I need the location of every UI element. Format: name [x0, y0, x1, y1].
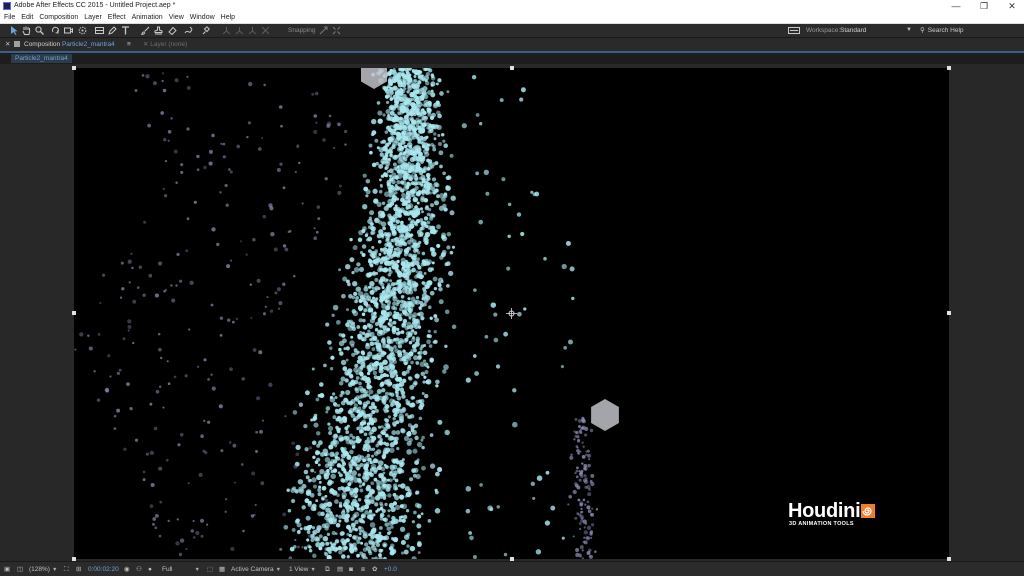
- composition-navigator: Particle2_mantra4: [0, 53, 1024, 64]
- handle-middle-right[interactable]: [947, 311, 951, 315]
- menu-effect[interactable]: Effect: [105, 12, 129, 23]
- grid-icon: [261, 26, 270, 35]
- grid-overlay-icon[interactable]: ⊞: [76, 565, 81, 574]
- close-tab-icon[interactable]: ✕: [5, 40, 10, 49]
- clone-stamp-icon[interactable]: [154, 26, 163, 35]
- fast-previews-icon[interactable]: ▤: [337, 565, 343, 574]
- title-bar: Adobe After Effects CC 2015 - Untitled P…: [0, 0, 1024, 12]
- puppet-pin-icon[interactable]: [201, 26, 210, 35]
- type-tool-icon[interactable]: [121, 26, 130, 35]
- fit-frame-icon[interactable]: ⛶: [64, 565, 69, 574]
- timeline-icon[interactable]: ◙: [349, 565, 353, 574]
- composition-viewer[interactable]: Houdini 3D ANIMATION TOOLS: [0, 64, 1024, 561]
- anchor-point-icon[interactable]: [506, 308, 517, 319]
- axis-world-icon: [235, 26, 244, 35]
- camera-view-dropdown[interactable]: Active Camera ▼: [231, 565, 281, 574]
- search-icon: ⚲: [920, 27, 925, 34]
- target-region-icon[interactable]: ⬚: [207, 565, 213, 574]
- axis-view-icon: [248, 26, 257, 35]
- minimize-button[interactable]: —: [944, 0, 968, 12]
- tab-layer[interactable]: ✕ Layer (none): [143, 40, 187, 49]
- panel-menu-icon[interactable]: ≡: [127, 40, 131, 49]
- magnification-value: (128%): [29, 566, 50, 573]
- panel-tab-bar: ✕ Composition Particle2_mantra4 ≡ ✕ Laye…: [0, 38, 1024, 53]
- menu-help[interactable]: Help: [218, 12, 238, 23]
- menu-edit[interactable]: Edit: [18, 12, 36, 23]
- composition-tab-prefix: Composition: [24, 41, 61, 48]
- handle-top-center[interactable]: [510, 66, 514, 70]
- flowchart-icon[interactable]: ⧈: [361, 565, 365, 574]
- view-layout-value: 1 View: [289, 566, 309, 573]
- transparency-grid-icon[interactable]: ▦: [219, 565, 225, 574]
- menu-file[interactable]: File: [0, 12, 18, 23]
- navigator-comp-tab[interactable]: Particle2_mantra4: [11, 54, 72, 63]
- handle-top-right[interactable]: [947, 66, 951, 70]
- show-snapshot-icon[interactable]: ⚇: [136, 565, 142, 574]
- region-of-interest-icon[interactable]: ◫: [17, 565, 23, 574]
- eraser-icon[interactable]: [168, 26, 177, 35]
- camera-view-value: Active Camera: [231, 566, 274, 573]
- houdini-logo: Houdini 3D ANIMATION TOOLS: [788, 500, 876, 527]
- close-layer-tab-icon[interactable]: ✕: [143, 41, 148, 48]
- menu-layer[interactable]: Layer: [81, 12, 105, 23]
- tools-toolbar: Snapping Workspace: Standard ▼ ⚲ Search H…: [0, 24, 1024, 38]
- maximize-button[interactable]: ❐: [972, 0, 996, 12]
- window-title: Adobe After Effects CC 2015 - Untitled P…: [14, 2, 176, 9]
- menu-view[interactable]: View: [166, 12, 187, 23]
- composition-tab-name: Particle2_mantra4: [61, 41, 115, 48]
- pen-tool-icon[interactable]: [108, 26, 117, 35]
- resolution-dropdown[interactable]: Full ▼: [162, 565, 200, 574]
- axis-local-icon: [222, 26, 231, 35]
- zoom-tool-icon[interactable]: [35, 26, 44, 35]
- selection-tool-icon[interactable]: [10, 26, 19, 35]
- close-button[interactable]: ✕: [1000, 0, 1024, 12]
- toggle-pixel-aspect-icon[interactable]: ⧉: [325, 565, 330, 574]
- brush-tool-icon[interactable]: [141, 26, 150, 35]
- snapping-toggle-icon[interactable]: [319, 26, 328, 35]
- camera-tool-icon[interactable]: [64, 26, 73, 35]
- roto-brush-icon[interactable]: [184, 26, 193, 35]
- workspace-value: Standard: [840, 27, 867, 34]
- menu-composition[interactable]: Composition: [36, 12, 81, 23]
- snapping-expand-icon[interactable]: [332, 26, 341, 35]
- workspace-dropdown[interactable]: Standard ▼: [840, 26, 912, 35]
- resolution-value: Full: [162, 566, 173, 573]
- rotation-tool-icon[interactable]: [51, 26, 60, 35]
- always-preview-icon[interactable]: ▣: [4, 565, 10, 574]
- reset-exposure-icon[interactable]: ✿: [372, 565, 377, 574]
- search-help-field[interactable]: ⚲ Search Help: [920, 26, 964, 35]
- magnification-dropdown[interactable]: (128%) ▼: [29, 565, 57, 574]
- channel-icon[interactable]: ●: [148, 565, 152, 574]
- chevron-down-icon: ▼: [906, 27, 912, 33]
- workspace-keyboard-icon[interactable]: [788, 26, 800, 35]
- composition-icon: [14, 40, 20, 47]
- logo-wordmark: Houdini: [788, 500, 861, 522]
- pan-behind-icon[interactable]: [78, 26, 87, 35]
- layer-tab-label: Layer (none): [150, 41, 188, 48]
- handle-middle-left[interactable]: [72, 311, 76, 315]
- hand-tool-icon[interactable]: [22, 26, 31, 35]
- search-help-placeholder: Search Help: [927, 27, 964, 34]
- rectangle-tool-icon[interactable]: [95, 26, 104, 35]
- current-time-display[interactable]: 0:00:02:20: [88, 565, 119, 574]
- snapping-label: Snapping: [288, 27, 316, 34]
- exposure-value[interactable]: +0.0: [384, 565, 397, 574]
- handle-top-left[interactable]: [72, 66, 76, 70]
- view-layout-dropdown[interactable]: 1 View ▼: [289, 565, 316, 574]
- snapshot-icon[interactable]: ◉: [124, 565, 130, 574]
- menu-window[interactable]: Window: [187, 12, 218, 23]
- after-effects-app-icon: [3, 2, 11, 10]
- menu-bar: File Edit Composition Layer Effect Animation V…: [0, 12, 1024, 24]
- tab-composition[interactable]: Composition Particle2_mantra4: [14, 40, 115, 49]
- houdini-spiral-icon: [861, 504, 876, 518]
- workspace-label: Workspace:: [806, 27, 841, 34]
- menu-animation[interactable]: Animation: [129, 12, 166, 23]
- viewer-bottom-bar: ▣ ◫ (128%) ▼ ⛶ ⊞ 0:00:02:20 ◉ ⚇ ● Full ▼ ⬚…: [0, 561, 1024, 576]
